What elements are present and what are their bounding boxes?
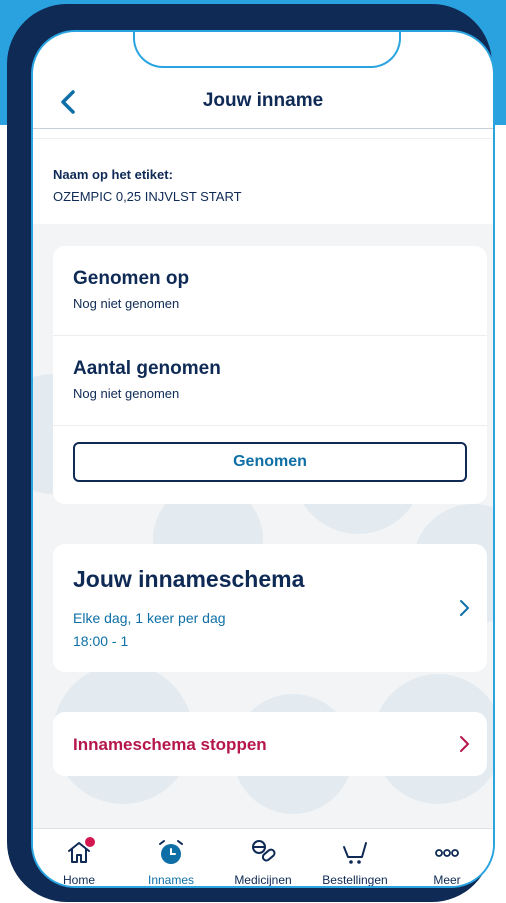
- label-value: OZEMPIC 0,25 INJVLST START: [53, 189, 242, 204]
- schedule-time: 18:00 - 1: [73, 633, 129, 649]
- taken-on-title: Genomen op: [73, 268, 190, 289]
- label-heading: Naam op het etiket:: [53, 167, 173, 182]
- pills-icon: [252, 840, 276, 862]
- notification-badge: [85, 837, 95, 847]
- divider: [53, 335, 487, 336]
- tab-label: Innames: [147, 873, 195, 887]
- taken-on-value: Nog niet genomen: [73, 296, 180, 311]
- tab-medicijnen[interactable]: Medicijnen: [217, 829, 309, 887]
- taken-button[interactable]: Genomen: [73, 442, 467, 482]
- label-section: Naam op het etiket: OZEMPIC 0,25 INJVLST…: [33, 138, 493, 225]
- app-screen: Jouw inname Naam op het etiket: OZEMPIC …: [31, 30, 495, 888]
- top-bar: Jouw inname: [33, 76, 493, 129]
- amount-value: Nog niet genomen: [73, 386, 180, 401]
- tab-meer[interactable]: Meer: [401, 829, 493, 887]
- divider: [53, 425, 487, 426]
- schedule-card[interactable]: Jouw innameschema Elke dag, 1 keer per d…: [53, 544, 487, 672]
- page-title: Jouw inname: [202, 90, 324, 111]
- tab-innames[interactable]: Innames: [125, 829, 217, 887]
- stop-schedule-card[interactable]: Innameschema stoppen: [53, 712, 487, 776]
- tab-label: Medicijnen: [234, 873, 292, 887]
- tab-bestellingen[interactable]: Bestellingen: [309, 829, 401, 887]
- chevron-right-icon: [460, 736, 469, 752]
- tab-home[interactable]: Home: [33, 829, 125, 887]
- alarm-clock-icon: [159, 840, 183, 864]
- intake-card: Genomen op Nog niet genomen Aantal genom…: [53, 246, 487, 504]
- phone-frame: Jouw inname Naam op het etiket: OZEMPIC …: [7, 4, 495, 902]
- schedule-frequency: Elke dag, 1 keer per dag: [73, 610, 226, 626]
- tab-label: Home: [62, 873, 95, 887]
- stop-schedule-label: Innameschema stoppen: [73, 735, 267, 754]
- more-icon: [435, 849, 459, 857]
- tab-label: Bestellingen: [322, 873, 388, 887]
- chevron-right-icon: [460, 600, 469, 616]
- schedule-title: Jouw innameschema: [73, 566, 305, 592]
- phone-notch: [133, 32, 401, 68]
- amount-title: Aantal genomen: [73, 358, 221, 379]
- bottom-tab-bar: Home Innames Medicijnen Bestellingen Mee…: [33, 828, 493, 887]
- tab-label: Meer: [433, 873, 461, 887]
- cart-icon: [343, 842, 367, 864]
